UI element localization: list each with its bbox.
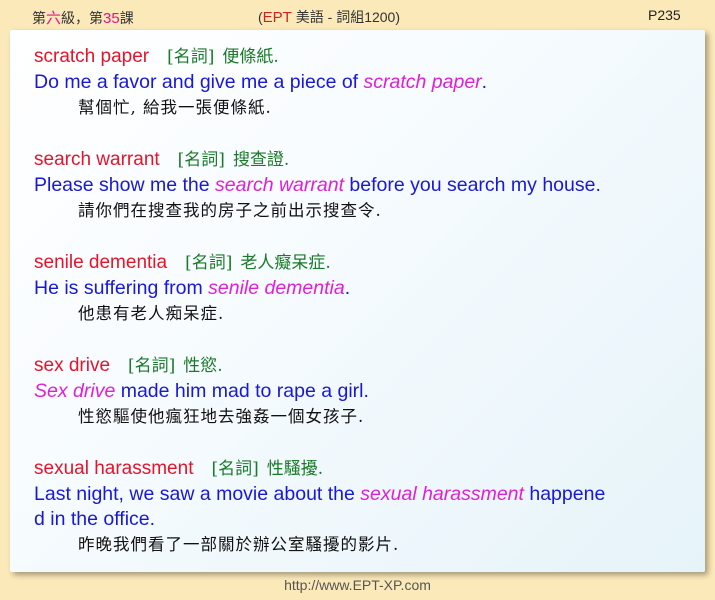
lesson-label: 第六級，第35課 xyxy=(32,7,134,28)
term-line: senile dementia [名詞] 老人癡呆症. xyxy=(34,250,694,276)
chinese-translation: 他患有老人痴呆症. xyxy=(78,304,225,323)
part-of-speech: [名詞] xyxy=(185,253,233,273)
term: search warrant xyxy=(34,149,160,170)
part-of-speech: [名詞] xyxy=(128,356,176,376)
example-sentence: Please show me the search warrant before… xyxy=(34,173,694,198)
term: sex drive xyxy=(34,355,111,376)
term: sexual harassment xyxy=(34,458,194,479)
entry: sexual harassment [名詞] 性騷擾. Last night, we… xyxy=(34,456,694,558)
term-line: scratch paper [名詞] 便條紙. xyxy=(34,44,694,70)
sentence-part: made him mad to rape a girl. xyxy=(115,380,369,402)
highlighted-term: Sex drive xyxy=(34,380,116,402)
lesson-mid: 級，第 xyxy=(61,10,104,26)
meaning: 性騷擾. xyxy=(266,459,324,479)
example-sentence: Last night, we saw a movie about the sex… xyxy=(34,482,694,532)
lesson-number: 35 xyxy=(103,10,120,27)
meaning: 便條紙. xyxy=(222,47,279,67)
example-sentence: Sex drive made him mad to rape a girl. xyxy=(34,379,694,404)
chinese-translation: 幫個忙, 給我一張便條紙. xyxy=(78,98,272,117)
chinese-translation: 請你們在搜查我的房子之前出示搜查令. xyxy=(78,201,382,220)
level-number: 六 xyxy=(46,10,62,27)
chinese-translation: 昨晚我們看了一部關於辦公室騷擾的影片. xyxy=(78,535,400,554)
highlighted-term: search warrant xyxy=(215,174,344,196)
ept-label: EPT xyxy=(262,9,292,26)
part-of-speech: [名詞] xyxy=(167,47,215,67)
part-of-speech: [名詞] xyxy=(177,150,225,170)
entry: search warrant [名詞] 搜查證. Please show me th… xyxy=(34,147,694,224)
sentence-part: Do me a favor and give me a piece of xyxy=(34,71,364,93)
meaning: 老人癡呆症. xyxy=(240,253,331,273)
example-sentence: He is suffering from senile dementia. xyxy=(34,276,694,301)
highlighted-term: senile dementia xyxy=(208,277,345,299)
sentence-part: Please show me the xyxy=(34,174,216,196)
footer-url[interactable]: http://www.EPT-XP.com xyxy=(0,577,715,593)
term-line: search warrant [名詞] 搜查證. xyxy=(34,147,694,173)
term: senile dementia xyxy=(34,252,168,273)
meaning: 搜查證. xyxy=(232,150,290,170)
sentence-part: Last night, we saw a movie about the xyxy=(34,483,361,505)
example-sentence: Do me a favor and give me a piece of scr… xyxy=(34,70,694,95)
lesson-suffix: 課 xyxy=(119,10,134,26)
course-subtitle: 美語 - 詞組1200) xyxy=(291,9,400,25)
highlighted-term: scratch paper xyxy=(363,71,482,93)
sentence-part: . xyxy=(344,277,351,299)
highlighted-term: sexual harassment xyxy=(360,483,524,505)
term: scratch paper xyxy=(34,46,150,67)
chinese-translation: 性慾驅使他瘋狂地去強姦一個女孩子. xyxy=(78,407,365,426)
sentence-part: . xyxy=(481,71,488,93)
course-title: (EPT 美語 - 詞組1200) xyxy=(258,7,400,27)
sentence-part: happene xyxy=(523,483,606,505)
page-number: P235 xyxy=(648,7,681,23)
part-of-speech: [名詞] xyxy=(211,459,259,479)
term-line: sexual harassment [名詞] 性騷擾. xyxy=(34,456,694,482)
content-card: scratch paper [名詞] 便條紙. Do me a favor and … xyxy=(10,30,705,572)
sentence-part: before you search my house. xyxy=(343,174,601,196)
entry: scratch paper [名詞] 便條紙. Do me a favor and … xyxy=(34,44,694,121)
lesson-prefix: 第 xyxy=(32,10,46,26)
meaning: 性慾. xyxy=(183,356,223,376)
header: 第六級，第35課 (EPT 美語 - 詞組1200) P235 xyxy=(0,0,715,30)
sentence-part: He is suffering from xyxy=(34,277,209,299)
term-line: sex drive [名詞] 性慾. xyxy=(34,353,694,379)
sentence-part: d in the office. xyxy=(34,508,156,530)
entry: senile dementia [名詞] 老人癡呆症. He is sufferin… xyxy=(34,250,694,327)
entry: sex drive [名詞] 性慾. Sex drive made him mad … xyxy=(34,353,694,430)
